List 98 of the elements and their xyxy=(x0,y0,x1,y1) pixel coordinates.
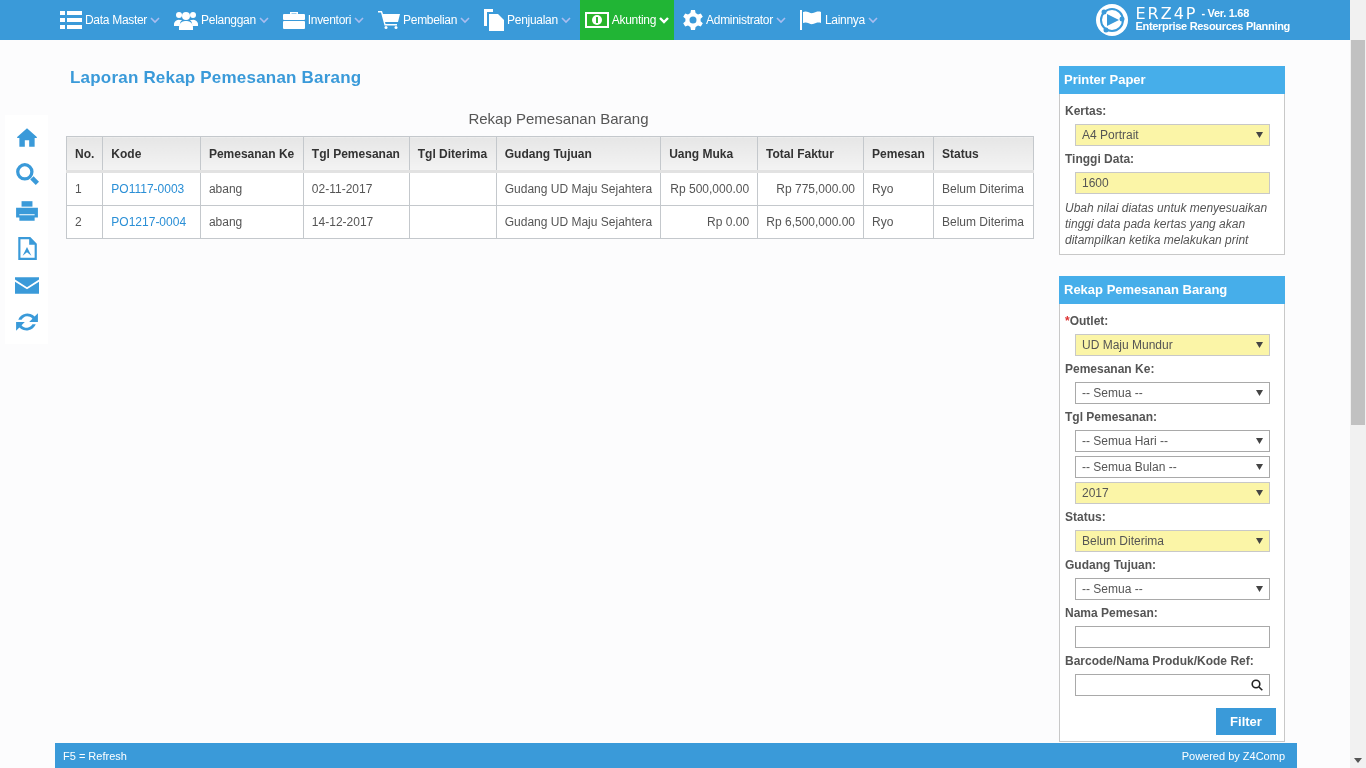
filter-button[interactable]: Filter xyxy=(1216,708,1276,735)
dropdown-arrow-icon xyxy=(1256,438,1263,444)
column-header: Pemesanan Ke xyxy=(200,136,304,172)
table-cell: Belum Diterima xyxy=(933,171,1034,206)
panel-title: Rekap Pemesanan Barang xyxy=(1059,276,1285,304)
table-cell: Rp 500,000.00 xyxy=(660,171,758,206)
dropdown-field[interactable]: -- Semua -- xyxy=(1075,578,1270,600)
list-icon xyxy=(60,11,82,29)
flag-icon xyxy=(799,10,822,30)
hint-text: Ubah nilai diatas untuk menyesuaikan tinggi data pada kertas yang akan ditampilkan ketika melakukan print xyxy=(1065,200,1269,248)
menu-item[interactable]: Pelanggan xyxy=(169,0,274,40)
chevron-down-icon xyxy=(354,16,365,24)
menu-item[interactable]: Lainnya xyxy=(794,0,883,40)
table-cell: abang xyxy=(200,171,304,206)
table-cell: abang xyxy=(200,205,304,239)
money-icon xyxy=(584,12,609,28)
dropdown-arrow-icon xyxy=(1256,490,1263,496)
chevron-down-icon xyxy=(659,16,670,24)
footer-hint: F5 = Refresh xyxy=(63,749,127,762)
table-cell: Belum Diterima xyxy=(933,205,1034,239)
dropdown-field[interactable]: -- Semua -- xyxy=(1075,382,1270,404)
column-header: Tgl Diterima xyxy=(409,136,497,172)
menu-item[interactable]: Pembelian xyxy=(373,0,476,40)
column-header: Status xyxy=(933,136,1034,172)
chevron-down-icon xyxy=(867,16,878,24)
table-cell: Gudang UD Maju Sejahtera xyxy=(496,205,661,239)
column-header: Kode xyxy=(102,136,201,172)
dropdown-arrow-icon xyxy=(1256,586,1263,592)
table-cell: Rp 0.00 xyxy=(660,205,758,239)
column-header: Total Faktur xyxy=(757,136,864,172)
menu-item[interactable]: Inventori xyxy=(277,0,370,40)
field-label: Barcode/Nama Produk/Kode Ref: xyxy=(1065,654,1255,668)
table-cell: Rp 6,500,000.00 xyxy=(757,205,864,239)
table-cell: Ryo xyxy=(863,205,934,239)
input-field[interactable] xyxy=(1075,626,1270,648)
field-label: *Outlet: xyxy=(1065,314,1110,328)
dropdown-field[interactable]: A4 Portrait xyxy=(1075,124,1270,146)
menu-item[interactable]: Data Master xyxy=(55,0,166,40)
page-title: Laporan Rekap Pemesanan Barang xyxy=(70,68,363,88)
search-field[interactable] xyxy=(1075,674,1270,696)
field-label: Tgl Pemesanan: xyxy=(1065,410,1159,424)
version-text: - Ver. 1.68 xyxy=(1201,7,1249,20)
logo-icon xyxy=(1095,3,1130,37)
dropdown-field[interactable]: UD Maju Mundur xyxy=(1075,334,1270,356)
field-label: Gudang Tujuan: xyxy=(1065,558,1158,572)
chevron-down-icon xyxy=(560,16,571,24)
menu-item[interactable]: Akunting xyxy=(579,0,675,40)
dropdown-field[interactable]: 2017 xyxy=(1075,482,1270,504)
input-field[interactable]: 1600 xyxy=(1075,172,1270,194)
panel-title: Printer Paper xyxy=(1059,66,1285,94)
dropdown-field[interactable]: Belum Diterima xyxy=(1075,530,1270,552)
table-cell: Rp 775,000.00 xyxy=(757,171,864,206)
dropdown-field[interactable]: -- Semua Bulan -- xyxy=(1075,456,1270,478)
footer-credit: Powered by Z4Comp xyxy=(1181,749,1285,762)
chevron-down-icon xyxy=(258,16,269,24)
search-icon[interactable] xyxy=(14,162,39,186)
column-header: Uang Muka xyxy=(660,136,758,172)
field-label: Kertas: xyxy=(1065,104,1108,118)
dropdown-field[interactable]: -- Semua Hari -- xyxy=(1075,430,1270,452)
table-cell: 14-12-2017 xyxy=(303,205,410,239)
dropdown-arrow-icon xyxy=(1256,342,1263,348)
cart-icon xyxy=(378,11,401,29)
field-label: Nama Pemesan: xyxy=(1065,606,1159,620)
column-header: Tgl Pemesanan xyxy=(303,136,410,172)
dropdown-arrow-icon xyxy=(1256,390,1263,396)
logo-tagline: Enterprise Resources Planning xyxy=(1135,20,1290,33)
order-code-link[interactable]: PO1217-0004 xyxy=(111,215,187,229)
table-cell: Ryo xyxy=(863,171,934,206)
documents-icon xyxy=(484,9,505,31)
users-icon xyxy=(174,10,199,30)
field-label: Tinggi Data: xyxy=(1065,152,1136,166)
column-header: Pemesan xyxy=(863,136,934,172)
column-header: No. xyxy=(66,136,103,172)
chevron-down-icon xyxy=(775,16,786,24)
settings-icon xyxy=(683,10,704,30)
table-cell: 02-11-2017 xyxy=(303,171,410,206)
chevron-down-icon xyxy=(150,16,161,24)
menu-item[interactable]: Penjualan xyxy=(479,0,576,40)
dropdown-arrow-icon xyxy=(1256,538,1263,544)
search-icon xyxy=(1251,679,1263,691)
dropdown-arrow-icon xyxy=(1256,464,1263,470)
table-cell: 1 xyxy=(66,171,103,206)
menu-item[interactable]: Administrator xyxy=(678,0,791,40)
dropdown-arrow-icon xyxy=(1256,132,1263,138)
table-caption: Rekap Pemesanan Barang xyxy=(468,110,649,127)
briefcase-icon xyxy=(282,11,305,29)
logo-name: ERZ4P xyxy=(1135,7,1198,20)
chevron-down-icon xyxy=(460,16,471,24)
order-code-link[interactable]: PO1117-0003 xyxy=(111,182,185,196)
field-label: Pemesanan Ke: xyxy=(1065,362,1156,376)
scroll-down-icon[interactable] xyxy=(1354,758,1362,763)
table-cell: 2 xyxy=(66,205,103,239)
refresh-icon[interactable] xyxy=(14,310,39,334)
field-label: Status: xyxy=(1065,510,1107,524)
scrollbar-thumb[interactable] xyxy=(1351,40,1365,425)
column-header: Gudang Tujuan xyxy=(496,136,661,172)
printer-icon[interactable] xyxy=(14,199,39,223)
table-cell: Gudang UD Maju Sejahtera xyxy=(496,171,661,206)
